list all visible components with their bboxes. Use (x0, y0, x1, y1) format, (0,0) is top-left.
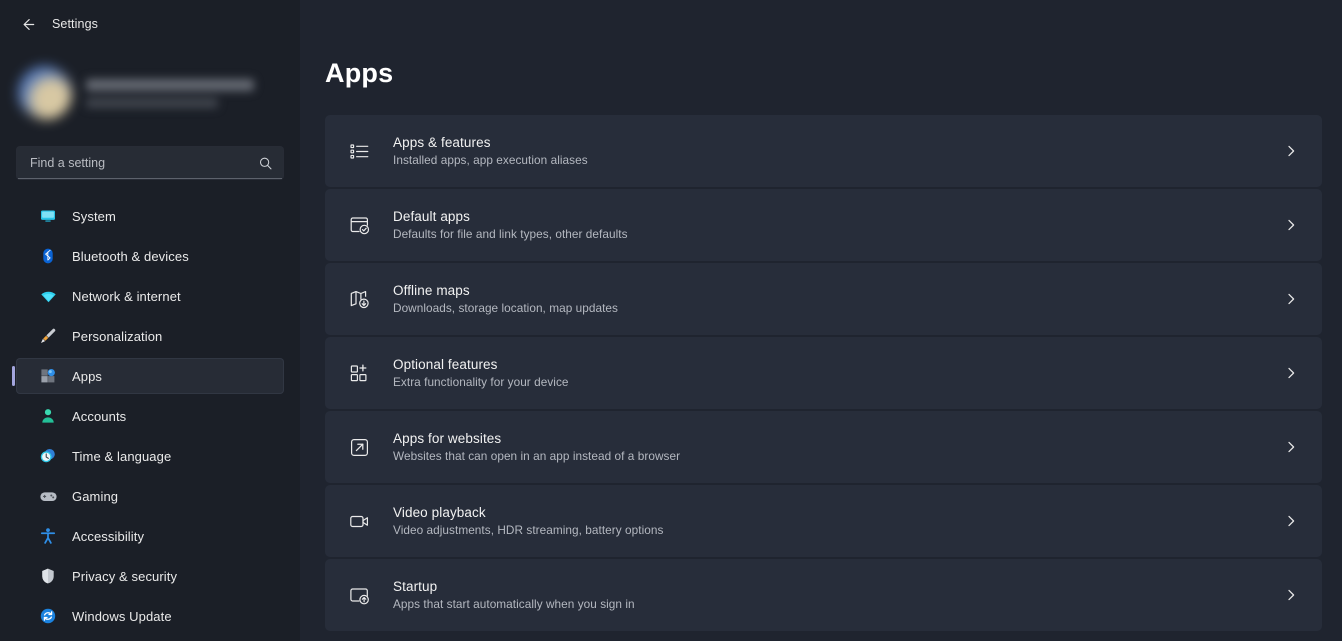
user-profile[interactable] (18, 62, 268, 124)
external-link-icon (339, 436, 379, 459)
sidebar-item-label: Bluetooth & devices (72, 248, 189, 264)
person-icon (38, 406, 58, 426)
page-title: Apps (325, 58, 394, 88)
card-text: Startup Apps that start automatically wh… (379, 579, 1276, 611)
chevron-right-icon[interactable] (1276, 218, 1306, 232)
avatar (18, 66, 72, 120)
settings-card-list: Apps & features Installed apps, app exec… (325, 115, 1342, 631)
sidebar-item-label: Network & internet (72, 288, 181, 304)
paintbrush-icon (38, 326, 58, 346)
settings-card-video-playback[interactable]: Video playback Video adjustments, HDR st… (325, 485, 1322, 557)
card-text: Apps for websites Websites that can open… (379, 431, 1276, 463)
settings-card-default-apps[interactable]: Default apps Defaults for file and link … (325, 189, 1322, 261)
back-arrow-icon[interactable] (12, 9, 42, 39)
monitor-icon (38, 206, 58, 226)
card-text: Video playback Video adjustments, HDR st… (379, 505, 1276, 537)
gamepad-icon (38, 486, 58, 506)
sidebar-item-gaming[interactable]: Gaming (16, 478, 284, 514)
card-title: Video playback (393, 505, 486, 520)
sidebar-item-label: Apps (72, 368, 103, 384)
sidebar-item-accounts[interactable]: Accounts (16, 398, 284, 434)
user-identity-redacted (86, 78, 254, 108)
card-text: Offline maps Downloads, storage location… (379, 283, 1276, 315)
list-icon (339, 140, 379, 163)
apps-grid-icon (38, 366, 58, 386)
card-text: Optional features Extra functionality fo… (379, 357, 1276, 389)
sidebar-item-privacy-security[interactable]: Privacy & security (16, 558, 284, 594)
sidebar-item-label: Windows Update (72, 608, 172, 624)
bluetooth-icon (38, 246, 58, 266)
sidebar-item-personalization[interactable]: Personalization (16, 318, 284, 354)
card-subtitle: Video adjustments, HDR streaming, batter… (393, 523, 664, 537)
settings-card-startup[interactable]: Startup Apps that start automatically wh… (325, 559, 1322, 631)
sidebar-item-apps[interactable]: Apps (12, 358, 284, 394)
settings-card-offline-maps[interactable]: Offline maps Downloads, storage location… (325, 263, 1322, 335)
shield-icon (38, 566, 58, 586)
settings-card-optional-features[interactable]: Optional features Extra functionality fo… (325, 337, 1322, 409)
card-text: Default apps Defaults for file and link … (379, 209, 1276, 241)
settings-window: Settings Find a setting System Bluetooth… (0, 0, 1342, 641)
sidebar-item-accessibility[interactable]: Accessibility (16, 518, 284, 554)
sidebar-item-label: Accessibility (72, 528, 145, 544)
selected-indicator (12, 366, 15, 386)
card-subtitle: Installed apps, app execution aliases (393, 153, 588, 167)
search-icon (258, 156, 273, 171)
card-title: Default apps (393, 209, 470, 224)
card-title: Optional features (393, 357, 498, 372)
sidebar-item-label: Privacy & security (72, 568, 178, 584)
wifi-icon (38, 286, 58, 306)
sidebar-item-system[interactable]: System (16, 198, 284, 234)
chevron-right-icon[interactable] (1276, 292, 1306, 306)
card-text: Apps & features Installed apps, app exec… (379, 135, 1276, 167)
chevron-right-icon[interactable] (1276, 440, 1306, 454)
window-check-icon (339, 214, 379, 237)
sidebar-item-windows-update[interactable]: Windows Update (16, 598, 284, 634)
card-subtitle: Defaults for file and link types, other … (393, 227, 628, 241)
accessibility-icon (38, 526, 58, 546)
sidebar-item-label: Personalization (72, 328, 163, 344)
sidebar-item-label: Gaming (72, 488, 119, 504)
sidebar-item-time-language[interactable]: Time & language (16, 438, 284, 474)
card-title: Startup (393, 579, 438, 594)
sidebar-item-label: System (72, 208, 116, 224)
chevron-right-icon[interactable] (1276, 144, 1306, 158)
card-subtitle: Websites that can open in an app instead… (393, 449, 681, 463)
sidebar: Settings Find a setting System Bluetooth… (0, 0, 300, 641)
sidebar-item-label: Time & language (72, 448, 172, 464)
startup-icon (339, 584, 379, 607)
card-title: Offline maps (393, 283, 470, 298)
refresh-icon (38, 606, 58, 626)
card-subtitle: Downloads, storage location, map updates (393, 301, 618, 315)
map-download-icon (339, 288, 379, 311)
main-content: Apps Apps & features Installed apps, app… (300, 0, 1342, 641)
search-input[interactable] (30, 156, 258, 170)
sidebar-item-network-internet[interactable]: Network & internet (16, 278, 284, 314)
title-bar: Settings (0, 0, 300, 48)
video-camera-icon (339, 510, 379, 533)
chevron-right-icon[interactable] (1276, 366, 1306, 380)
grid-plus-icon (339, 362, 379, 385)
sidebar-item-label: Accounts (72, 408, 127, 424)
sidebar-item-bluetooth-devices[interactable]: Bluetooth & devices (16, 238, 284, 274)
sidebar-nav: System Bluetooth & devices Network & int… (0, 198, 300, 634)
settings-card-apps-for-websites[interactable]: Apps for websites Websites that can open… (325, 411, 1322, 483)
settings-card-apps-features[interactable]: Apps & features Installed apps, app exec… (325, 115, 1322, 187)
chevron-right-icon[interactable] (1276, 514, 1306, 528)
clock-icon (38, 446, 58, 466)
search-box[interactable] (16, 146, 284, 180)
chevron-right-icon[interactable] (1276, 588, 1306, 602)
window-title: Settings (52, 17, 98, 31)
card-subtitle: Extra functionality for your device (393, 375, 569, 389)
card-subtitle: Apps that start automatically when you s… (393, 597, 635, 611)
card-title: Apps for websites (393, 431, 502, 446)
card-title: Apps & features (393, 135, 491, 150)
